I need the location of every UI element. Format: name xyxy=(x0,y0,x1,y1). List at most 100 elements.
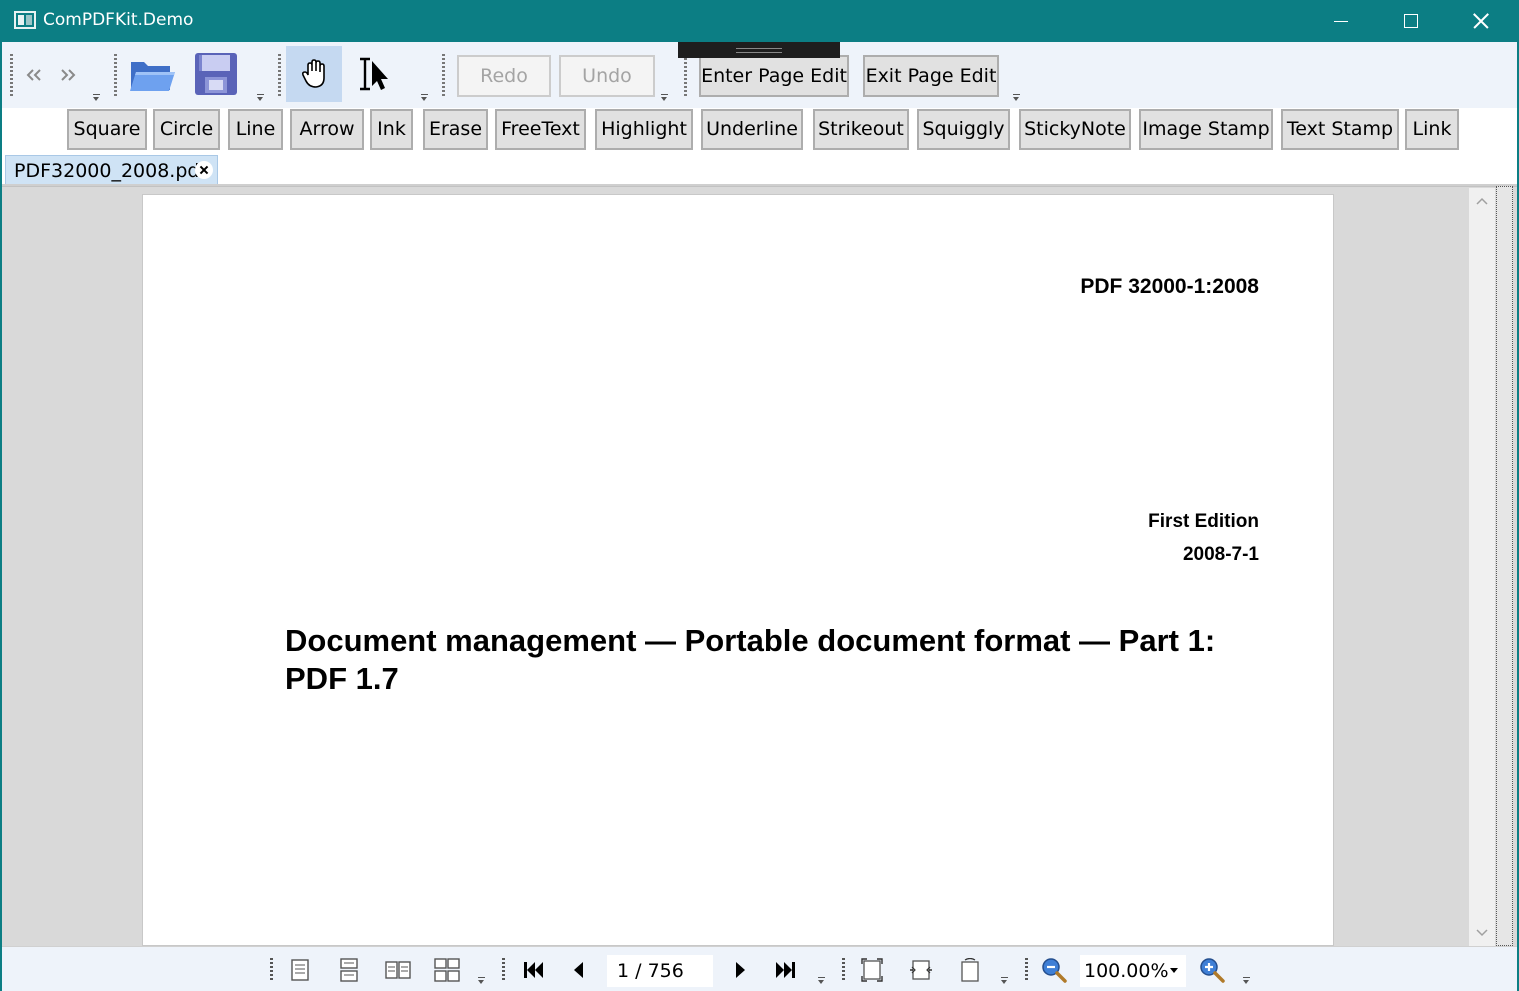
annot-ink-button[interactable]: Ink xyxy=(370,109,413,150)
undo-button[interactable]: Undo xyxy=(559,55,655,97)
minimize-button[interactable] xyxy=(1306,0,1376,42)
hand-icon xyxy=(301,59,325,88)
annot-underline-button[interactable]: Underline xyxy=(701,109,803,150)
maximize-button[interactable] xyxy=(1376,0,1446,42)
last-page-button[interactable] xyxy=(773,957,799,983)
toolbar-overflow-button[interactable] xyxy=(256,94,265,102)
toolbar-overflow-button[interactable] xyxy=(1012,94,1021,102)
toolbar-grip[interactable] xyxy=(1025,958,1028,980)
previous-page-icon xyxy=(574,962,583,978)
annot-square-button[interactable]: Square xyxy=(67,109,147,150)
page-number-input[interactable]: 1 / 756 xyxy=(607,955,713,987)
pan-tool-button[interactable] xyxy=(286,46,342,102)
chevron-up-icon xyxy=(1476,197,1488,205)
redo-button[interactable]: Redo xyxy=(457,55,551,97)
save-file-button[interactable] xyxy=(188,46,244,102)
viewer-divider xyxy=(2,184,1517,187)
back-button[interactable] xyxy=(26,66,42,85)
toolbar-overflow-button[interactable] xyxy=(817,977,826,985)
enter-page-edit-button[interactable]: Enter Page Edit xyxy=(699,55,849,97)
double-continuous-view-button[interactable] xyxy=(434,957,460,983)
toolbar-grip[interactable] xyxy=(684,54,687,96)
scroll-down-button[interactable] xyxy=(1469,920,1495,946)
annot-line-button[interactable]: Line xyxy=(228,109,283,150)
document-tab[interactable]: PDF32000_2008.pdf xyxy=(5,155,218,184)
fit-page-button[interactable] xyxy=(859,957,885,983)
maximize-icon xyxy=(1404,14,1418,28)
annot-image-stamp-button[interactable]: Image Stamp xyxy=(1139,109,1273,150)
pdf-header-text: PDF 32000-1:2008 xyxy=(1080,275,1259,298)
toolbar-grip[interactable] xyxy=(442,54,445,96)
annot-highlight-button[interactable]: Highlight xyxy=(595,109,693,150)
annot-text-stamp-button[interactable]: Text Stamp xyxy=(1281,109,1399,150)
close-tab-icon[interactable] xyxy=(195,161,213,179)
single-page-view-button[interactable] xyxy=(287,957,313,983)
fit-width-icon xyxy=(910,960,932,980)
toolbar-tray: Redo Undo Enter Page Edit Exit Page Edit xyxy=(2,42,1517,108)
double-chevron-left-icon xyxy=(26,69,41,81)
annot-erase-button[interactable]: Erase xyxy=(423,109,488,150)
annot-strikeout-button[interactable]: Strikeout xyxy=(813,109,909,150)
toolbar-grip[interactable] xyxy=(114,54,117,96)
toolbar-overflow-button[interactable] xyxy=(1000,977,1009,985)
continuous-page-icon xyxy=(340,958,358,982)
close-window-button[interactable] xyxy=(1446,0,1516,42)
toolbar-grip[interactable] xyxy=(842,958,845,980)
toolbar-overflow-button[interactable] xyxy=(660,94,669,102)
close-icon xyxy=(1472,12,1490,30)
double-page-view-button[interactable] xyxy=(385,957,411,983)
previous-page-button[interactable] xyxy=(565,957,591,983)
toolbar-overflow-button[interactable] xyxy=(420,94,429,102)
app-icon xyxy=(14,11,36,29)
zoom-in-icon xyxy=(1200,958,1225,983)
toolbar-grip[interactable] xyxy=(270,958,273,980)
next-page-button[interactable] xyxy=(728,957,754,983)
continuous-view-button[interactable] xyxy=(336,957,362,983)
window-title: ComPDFKit.Demo xyxy=(43,10,194,30)
first-page-button[interactable] xyxy=(520,957,546,983)
annot-freetext-button[interactable]: FreeText xyxy=(495,109,586,150)
side-panel-dock[interactable] xyxy=(1496,186,1513,946)
pdf-page[interactable]: PDF 32000-1:2008 First Edition 2008-7-1 … xyxy=(142,194,1334,946)
annotation-toolbar: Square Circle Line Arrow Ink Erase FreeT… xyxy=(2,108,1517,154)
zoom-level-value: 100.00% xyxy=(1084,960,1169,982)
pdf-title-text: Document management — Portable document … xyxy=(285,623,1216,696)
single-page-icon xyxy=(291,959,309,981)
chevron-down-icon xyxy=(1476,929,1488,937)
double-chevron-right-icon xyxy=(61,69,76,81)
annot-link-button[interactable]: Link xyxy=(1405,109,1459,150)
annot-squiggly-button[interactable]: Squiggly xyxy=(917,109,1010,150)
fit-width-button[interactable] xyxy=(908,957,934,983)
rotate-page-button[interactable] xyxy=(957,957,983,983)
toolbar-overflow-button[interactable] xyxy=(92,94,101,102)
toolbar-grip[interactable] xyxy=(10,54,13,96)
toolbar-grip[interactable] xyxy=(278,54,281,96)
text-select-cursor-icon xyxy=(360,57,388,91)
scroll-up-button[interactable] xyxy=(1469,188,1495,214)
drag-handle[interactable] xyxy=(678,42,840,58)
pdf-date-text: 2008-7-1 xyxy=(1182,544,1259,565)
annot-stickynote-button[interactable]: StickyNote xyxy=(1019,109,1131,150)
file-toolbar xyxy=(112,44,268,106)
zoom-level-dropdown[interactable]: 100.00% xyxy=(1080,955,1186,987)
toolbar-grip[interactable] xyxy=(502,958,505,980)
pdf-viewer[interactable]: PDF 32000-1:2008 First Edition 2008-7-1 … xyxy=(2,184,1517,946)
zoom-in-button[interactable] xyxy=(1199,957,1225,983)
first-page-icon xyxy=(524,962,543,978)
text-select-tool-button[interactable] xyxy=(348,46,404,102)
vertical-scrollbar[interactable] xyxy=(1469,188,1495,946)
title-bar: ComPDFKit.Demo xyxy=(0,0,1519,42)
toolbar-overflow-button[interactable] xyxy=(1242,977,1251,985)
tool-mode-toolbar xyxy=(276,44,432,106)
next-page-icon xyxy=(736,962,745,978)
open-file-button[interactable] xyxy=(124,46,180,102)
zoom-out-button[interactable] xyxy=(1041,957,1067,983)
exit-page-edit-button[interactable]: Exit Page Edit xyxy=(863,55,999,97)
last-page-icon xyxy=(776,962,795,978)
forward-button[interactable] xyxy=(60,66,76,85)
scrollbar-thumb[interactable] xyxy=(1470,224,1494,228)
annot-arrow-button[interactable]: Arrow xyxy=(290,109,364,150)
toolbar-overflow-button[interactable] xyxy=(477,977,486,985)
annot-circle-button[interactable]: Circle xyxy=(153,109,220,150)
zoom-out-icon xyxy=(1042,958,1067,983)
